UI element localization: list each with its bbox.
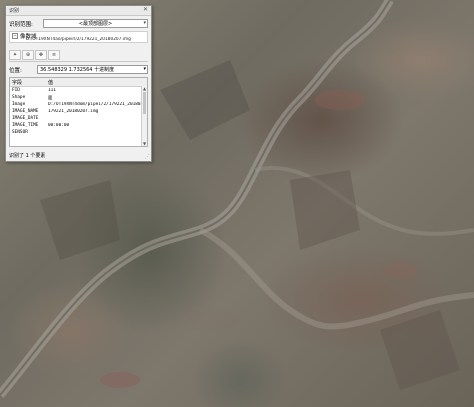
identify-window[interactable]: 识别 ✕ 识别范围: <最顶部图层> ▾ − 像数域 D:/OT19XNT4ao…	[5, 5, 152, 162]
window-titlebar[interactable]: 识别 ✕	[6, 6, 151, 16]
column-header-value[interactable]: 值	[48, 79, 147, 86]
field-value: 面	[48, 95, 53, 101]
identify-from-value: <最顶部图层>	[78, 21, 113, 27]
ridge-shadow	[380, 310, 460, 390]
scroll-up-icon[interactable]: ▲	[142, 86, 147, 91]
scroll-thumb[interactable]	[143, 92, 146, 114]
location-row: 位置: 36.548329 1.732564 十进制度 ▾	[6, 65, 151, 74]
field-name: Image	[12, 102, 26, 107]
table-row[interactable]: IMAGE_TIME 00:00:00	[10, 122, 147, 129]
field-name: FID	[12, 88, 20, 93]
zoom-to-icon[interactable]: ⊕	[22, 49, 34, 60]
ridge-shadow	[40, 180, 120, 260]
location-value: 36.548329 1.732564 十进制度	[40, 67, 115, 73]
resize-grip-icon[interactable]: ⋰	[145, 154, 150, 160]
table-row[interactable]: Shape 面	[10, 94, 147, 101]
window-title: 识别	[9, 8, 20, 14]
reddish-patch	[315, 90, 365, 110]
results-tree[interactable]: − 像数域 D:/OT19XNT4ao/pipeirl/2/179221_201…	[9, 31, 148, 43]
table-row[interactable]: IMAGE_NAME 179221_20180207.img	[10, 108, 147, 115]
reddish-patch	[100, 372, 140, 388]
field-name: IMAGE_TIME	[12, 123, 39, 128]
attribute-table[interactable]: 字段 值 FID 111 Shape 面 Image D:/OT19XNT4do…	[9, 77, 148, 147]
identify-from-dropdown[interactable]: <最顶部图层> ▾	[43, 19, 148, 28]
field-name: SENSOR	[12, 130, 28, 135]
side-valley	[254, 166, 474, 236]
location-field[interactable]: 36.548329 1.732564 十进制度 ▾	[37, 65, 148, 74]
field-value: D:/OT19XNT4dom/pipei/2/179221_2018020	[48, 102, 146, 107]
divider	[9, 61, 148, 62]
tree-item[interactable]: D:/OT19XNT4ao/pipeirl/2/179221_20180207.…	[26, 37, 144, 42]
field-name: IMAGE_DATE	[12, 116, 39, 121]
close-icon[interactable]: ✕	[143, 7, 148, 13]
options-icon[interactable]: ≡	[48, 49, 60, 60]
terrain-patch	[180, 310, 240, 330]
chevron-down-icon[interactable]: ▾	[143, 66, 146, 72]
identify-from-label: 识别范围:	[9, 21, 33, 28]
table-header: 字段 值	[10, 78, 147, 87]
pan-to-icon[interactable]: ✥	[35, 49, 47, 60]
identify-toolbar: ✦ ⊕ ✥ ≡	[9, 49, 148, 60]
vertical-scrollbar[interactable]: ▲ ▼	[141, 86, 147, 146]
table-row[interactable]: IMAGE_DATE	[10, 115, 147, 122]
side-valley	[198, 227, 474, 330]
flash-icon[interactable]: ✦	[9, 49, 21, 60]
identify-from-row: 识别范围: <最顶部图层> ▾	[6, 19, 151, 28]
field-value: 179221_20180207.img	[48, 109, 99, 114]
collapse-icon[interactable]: −	[12, 33, 18, 39]
reddish-patch	[382, 262, 418, 278]
scroll-down-icon[interactable]: ▼	[142, 141, 147, 146]
table-row[interactable]: SENSOR	[10, 129, 147, 136]
status-text: 识别了 1 个要素	[9, 153, 46, 159]
field-value: 00:00:00	[48, 123, 70, 128]
location-label: 位置:	[9, 67, 22, 74]
column-header-field[interactable]: 字段	[10, 79, 48, 86]
table-row[interactable]: Image D:/OT19XNT4dom/pipei/2/179221_2018…	[10, 101, 147, 108]
chevron-down-icon[interactable]: ▾	[143, 20, 146, 26]
field-value: 111	[48, 88, 56, 93]
ridge-shadow	[290, 170, 360, 250]
field-name: Shape	[12, 95, 26, 100]
table-row[interactable]: FID 111	[10, 87, 147, 94]
field-name: IMAGE_NAME	[12, 109, 39, 114]
ridge-shadow	[160, 60, 250, 140]
